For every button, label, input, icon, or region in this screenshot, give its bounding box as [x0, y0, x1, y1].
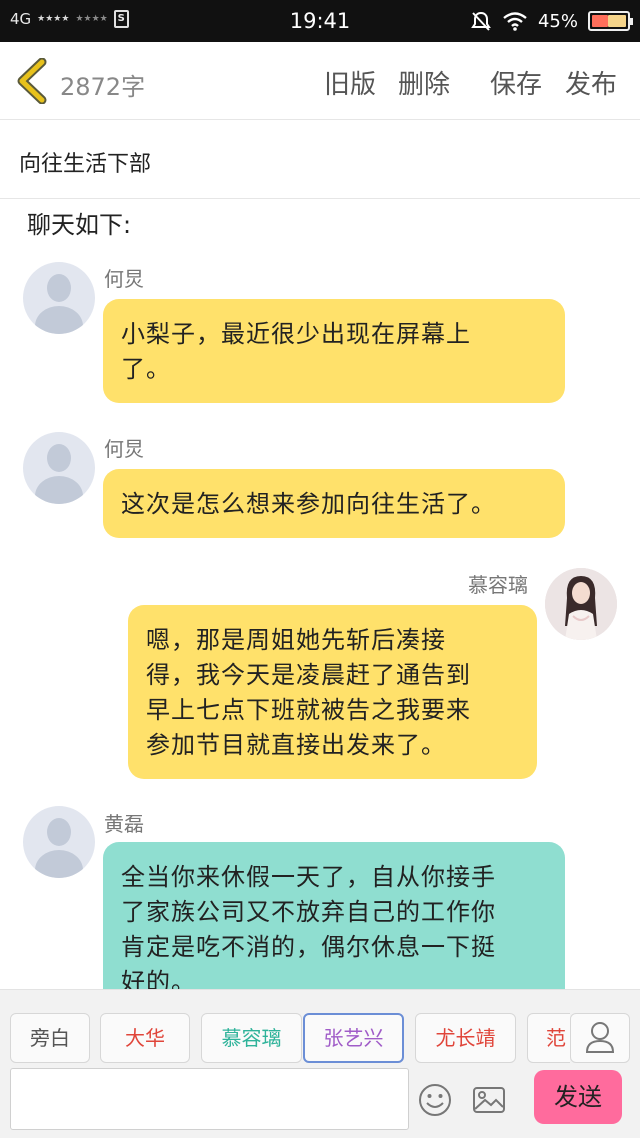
speaker-name: 何炅 [104, 267, 144, 291]
chat-area[interactable]: 聊天如下: 何炅 小梨子，最近很少出现在屏幕上 了。 何炅 这次是怎么想来参加向… [0, 199, 640, 989]
message-input[interactable] [10, 1068, 409, 1130]
character-chip[interactable]: 大华 [100, 1013, 190, 1063]
avatar-body [35, 850, 83, 878]
title-field[interactable]: 向往生活下部 [0, 120, 640, 199]
character-chip[interactable]: 旁白 [10, 1013, 90, 1063]
avatar[interactable] [545, 568, 617, 640]
editor-header: 2872字 旧版 删除 保存 发布 [0, 42, 640, 120]
word-count: 2872字 [60, 73, 146, 101]
avatar[interactable] [23, 806, 95, 878]
avatar[interactable] [23, 432, 95, 504]
back-chevron-icon[interactable] [14, 58, 50, 104]
old-version-button[interactable]: 旧版 [324, 64, 376, 101]
mute-icon [471, 11, 491, 31]
character-selector: 旁白 大华 慕容璃 张艺兴 尤长靖 范 [10, 1013, 570, 1063]
avatar-body [35, 476, 83, 504]
wifi-icon [503, 12, 527, 31]
speaker-name: 何炅 [104, 437, 144, 461]
composer-panel: 旁白 大华 慕容璃 张艺兴 尤长靖 范 发送 [0, 989, 640, 1138]
document-title: 向往生活下部 [19, 152, 152, 177]
avatar-body [35, 306, 83, 334]
avatar-head [47, 444, 71, 472]
send-button[interactable]: 发送 [534, 1070, 622, 1124]
save-button[interactable]: 保存 [490, 64, 542, 101]
status-bar: 4G ★★★★ ★★★★ S 19:41 45% [0, 0, 640, 42]
speaker-name: 黄磊 [104, 812, 144, 836]
message-line: 全当你来休假一天了，自从你接手 [121, 863, 496, 891]
status-right: 45% [470, 10, 633, 32]
speaker-name: 慕容璃 [468, 573, 528, 597]
message-line: 嗯，那是周姐她先斩后凑接 [146, 626, 446, 654]
battery-percent: 45% [537, 10, 578, 32]
character-chip[interactable]: 范 [527, 1013, 570, 1063]
message-bubble[interactable]: 嗯，那是周姐她先斩后凑接 得，我今天是凌晨赶了通告到 早上七点下班就被告之我要来… [128, 605, 537, 779]
character-chip[interactable]: 慕容璃 [201, 1013, 302, 1063]
character-chip[interactable]: 尤长靖 [415, 1013, 516, 1063]
message-bubble[interactable]: 全当你来休假一天了，自从你接手 了家族公司又不放弃自己的工作你 肯定是吃不消的，… [103, 842, 565, 989]
message-line: 肯定是吃不消的，偶尔休息一下挺 [121, 933, 496, 961]
battery-icon [588, 11, 633, 31]
message-bubble[interactable]: 这次是怎么想来参加向往生活了。 [103, 469, 565, 538]
message-line: 了家族公司又不放弃自己的工作你 [121, 898, 496, 926]
delete-button[interactable]: 删除 [398, 64, 450, 101]
avatar-head [47, 274, 71, 302]
message-line: 早上七点下班就被告之我要来 [146, 696, 471, 724]
character-portrait-icon [545, 568, 617, 640]
avatar[interactable] [23, 262, 95, 334]
message-line: 小梨子，最近很少出现在屏幕上 [121, 320, 471, 348]
message-line: 参加节目就直接出发来了。 [146, 731, 446, 759]
emoji-icon[interactable] [418, 1083, 452, 1117]
publish-button[interactable]: 发布 [565, 64, 617, 101]
intro-text: 聊天如下: [27, 211, 132, 239]
person-button[interactable] [570, 1013, 630, 1063]
person-icon [585, 1022, 615, 1053]
message-line: 得，我今天是凌晨赶了通告到 [146, 661, 471, 689]
message-line: 这次是怎么想来参加向往生活了。 [121, 490, 496, 518]
avatar-head [47, 818, 71, 846]
message-line: 了。 [121, 355, 171, 383]
image-icon[interactable] [472, 1083, 506, 1117]
message-bubble[interactable]: 小梨子，最近很少出现在屏幕上 了。 [103, 299, 565, 403]
message-line: 好的。 [121, 968, 196, 989]
character-chip[interactable]: 张艺兴 [303, 1013, 404, 1063]
